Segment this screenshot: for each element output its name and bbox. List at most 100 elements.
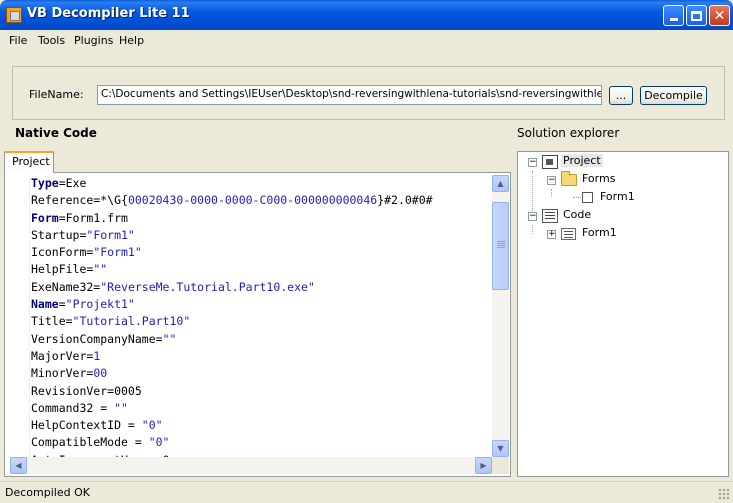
scroll-left-button[interactable]: ◀	[10, 457, 27, 474]
tree-node-code[interactable]: Code	[563, 208, 591, 221]
forms-expander[interactable]: −	[547, 176, 556, 185]
code-token: RevisionVer=0005	[31, 383, 142, 398]
solution-explorer-label: Solution explorer	[517, 126, 620, 140]
code-editor[interactable]: Type=Exe Reference=*\G{00020430-0000-0000…	[4, 172, 511, 477]
vertical-scroll-thumb[interactable]	[492, 202, 509, 290]
status-bar: Decompiled OK	[0, 481, 733, 503]
close-icon: ✕	[713, 7, 726, 24]
code-token: 00020430-0000-0000-C000-000000000046	[127, 193, 378, 208]
code-line[interactable]: RevisionVer=0005	[31, 383, 493, 400]
maximize-button[interactable]	[686, 5, 707, 26]
code-expander[interactable]: −	[528, 212, 537, 221]
filename-input[interactable]: C:\Documents and Settings\IEUser\Desktop…	[97, 85, 602, 105]
code-token: MinorVer=	[31, 366, 94, 381]
code-token: Title=	[31, 314, 73, 329]
code-text[interactable]: Type=Exe Reference=*\G{00020430-0000-0000…	[31, 175, 493, 457]
status-text: Decompiled OK	[5, 486, 90, 499]
menu-help[interactable]: Help	[119, 34, 144, 47]
tree-node-project[interactable]: Project	[561, 154, 603, 167]
code-line[interactable]: Form=Form1.frm	[31, 210, 493, 227]
code-token: ExeName32=	[31, 279, 101, 294]
project-icon	[542, 155, 558, 169]
tree-node-code-form1[interactable]: Form1	[582, 226, 617, 239]
code-token: Type	[31, 176, 59, 190]
menu-bar: File Tools Plugins Help	[0, 30, 733, 51]
browse-button[interactable]: ...	[609, 86, 633, 105]
scroll-right-icon: ▶	[480, 461, 487, 470]
code-token: ""	[162, 331, 177, 346]
code-token: Command32 =	[31, 400, 115, 415]
maximize-icon	[691, 10, 702, 21]
code-line[interactable]: Type=Exe	[31, 175, 493, 192]
code-token: Name	[31, 297, 59, 312]
decompile-button[interactable]: Decompile	[640, 86, 707, 105]
app-icon	[6, 7, 22, 23]
minimize-icon	[669, 18, 678, 21]
form-icon	[582, 192, 593, 203]
code-line[interactable]: ExeName32="ReverseMe.Tutorial.Part10.exe…	[31, 279, 493, 296]
code-form1-expander[interactable]: +	[547, 230, 556, 239]
code-token: Form	[31, 210, 59, 225]
code-file-icon	[561, 228, 576, 240]
scrollbar-corner	[492, 457, 509, 474]
tree-connector	[532, 225, 533, 234]
code-token: =	[58, 297, 66, 312]
scroll-right-button[interactable]: ▶	[475, 457, 492, 474]
code-token: 1	[93, 348, 101, 363]
code-line[interactable]: Title="Tutorial.Part10"	[31, 313, 493, 330]
code-token: "Tutorial.Part10"	[72, 314, 191, 329]
filename-label: FileName:	[29, 88, 84, 101]
minimize-button[interactable]	[663, 5, 684, 26]
code-token: HelpContextID =	[31, 418, 142, 433]
code-module-icon	[542, 209, 558, 223]
native-code-label: Native Code	[15, 126, 97, 140]
code-token: =Form1.frm	[58, 210, 128, 225]
code-token: "0"	[141, 418, 163, 433]
code-token: }#2.0#0#	[377, 193, 433, 208]
code-token: 00	[93, 366, 108, 381]
code-line[interactable]: MajorVer=1	[31, 348, 493, 365]
tab-project[interactable]: Project	[4, 151, 54, 173]
code-token: VersionCompanyName=	[31, 331, 163, 346]
file-panel: FileName: C:\Documents and Settings\IEUs…	[12, 66, 725, 120]
menu-tools[interactable]: Tools	[38, 34, 65, 47]
code-token: MajorVer=	[31, 348, 94, 363]
vertical-scrollbar[interactable]: ▲ ▼	[492, 175, 509, 457]
menu-file[interactable]: File	[9, 34, 27, 47]
resize-grip-icon[interactable]	[718, 488, 730, 500]
code-token: Reference=*\G{	[31, 193, 128, 208]
horizontal-scrollbar[interactable]: ◀ ▶	[10, 457, 492, 474]
scroll-down-button[interactable]: ▼	[492, 440, 509, 457]
code-line[interactable]: IconForm="Form1"	[31, 244, 493, 261]
code-line[interactable]: Reference=*\G{00020430-0000-0000-C000-00…	[31, 192, 493, 209]
scroll-down-icon: ▼	[497, 444, 504, 453]
code-token: "0"	[148, 435, 170, 450]
code-token: IconForm=	[31, 245, 94, 260]
menu-plugins[interactable]: Plugins	[74, 34, 113, 47]
code-line[interactable]: HelpContextID = "0"	[31, 417, 493, 434]
tree-node-form1[interactable]: Form1	[600, 190, 635, 203]
window-title: VB Decompiler Lite 11	[27, 6, 190, 21]
code-line[interactable]: CompatibleMode = "0"	[31, 434, 493, 451]
code-token: Startup=	[31, 227, 87, 242]
close-button[interactable]: ✕	[709, 5, 730, 26]
code-token: "Form1"	[93, 245, 142, 260]
tree-node-forms[interactable]: Forms	[582, 172, 615, 185]
solution-explorer-tree[interactable]: − Project − Forms Form1 − Code + Form1	[517, 151, 729, 477]
code-line[interactable]: Command32 = ""	[31, 400, 493, 417]
code-line[interactable]: HelpFile=""	[31, 261, 493, 278]
code-line[interactable]: MinorVer=00	[31, 365, 493, 382]
scroll-up-button[interactable]: ▲	[492, 175, 509, 192]
project-expander[interactable]: −	[528, 158, 537, 167]
tree-connector	[573, 197, 581, 198]
code-token: "ReverseMe.Tutorial.Part10.exe"	[100, 279, 315, 294]
title-bar[interactable]: VB Decompiler Lite 11 ✕	[0, 0, 733, 30]
folder-icon	[561, 171, 577, 186]
code-token: "Projekt1"	[65, 297, 135, 312]
code-line[interactable]: Name="Projekt1"	[31, 296, 493, 313]
tree-connector	[551, 189, 552, 197]
code-line[interactable]: Startup="Form1"	[31, 227, 493, 244]
code-token: "Form1"	[86, 227, 135, 242]
code-token: =Exe	[58, 176, 87, 190]
code-line[interactable]: VersionCompanyName=""	[31, 331, 493, 348]
